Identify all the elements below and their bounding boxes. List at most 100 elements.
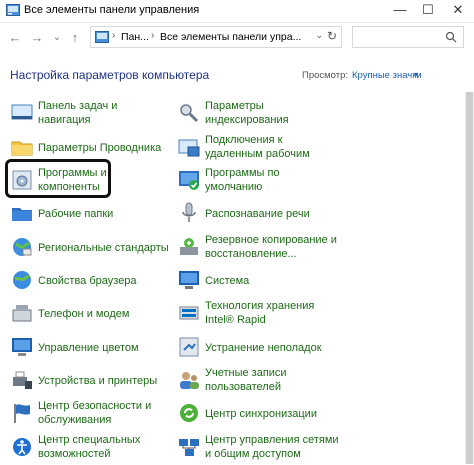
item-network-center[interactable]: Центр управления сетями и общим доступом xyxy=(177,431,339,465)
phone-modem-icon xyxy=(12,305,32,322)
item-label: Свойства браузера xyxy=(38,274,173,288)
sync-icon xyxy=(180,404,198,422)
users-icon xyxy=(180,372,199,389)
item-indexing[interactable]: Параметры индексирования xyxy=(177,97,337,131)
close-button[interactable]: ✕ xyxy=(444,0,472,22)
forward-button[interactable]: → xyxy=(28,28,46,48)
item-speech[interactable]: Распознавание речи xyxy=(177,197,337,231)
minimize-button[interactable]: — xyxy=(386,0,414,22)
address-bar[interactable]: › Пан... › Все элементы панели упра... ⌄… xyxy=(90,26,342,48)
item-sync-center[interactable]: Центр синхронизации xyxy=(177,397,337,431)
search-icon xyxy=(445,31,457,43)
item-label-line: Центр управления сетями xyxy=(205,434,339,446)
item-system[interactable]: Система xyxy=(177,264,337,298)
item-color-management[interactable]: Управление цветом xyxy=(10,331,170,365)
default-programs-icon xyxy=(179,171,199,190)
item-label: Устранение неполадок xyxy=(205,341,340,355)
item-label: Центр специальных возможностей xyxy=(38,433,173,461)
item-label-line: умолчанию xyxy=(205,181,263,193)
item-label: Система xyxy=(205,274,340,288)
work-folders-icon xyxy=(12,208,32,221)
item-user-accounts[interactable]: Учетные записи пользователей xyxy=(177,364,337,398)
item-label-line: удаленным рабочим xyxy=(205,148,310,160)
internet-options-icon xyxy=(13,271,31,289)
item-label-line: Телефон и модем xyxy=(38,308,130,320)
item-label: Учетные записи пользователей xyxy=(205,366,340,394)
flag-icon xyxy=(14,404,30,423)
item-intel-rst[interactable]: Технология хранения Intel® Rapid xyxy=(177,297,337,331)
refresh-icon[interactable]: ↻ xyxy=(327,29,337,43)
item-label-line: Резервное копирование и xyxy=(205,234,337,246)
item-label-line: Программы по xyxy=(205,167,280,179)
backup-icon xyxy=(180,238,198,255)
item-label-line: Распознавание речи xyxy=(205,208,310,220)
item-label-line: обслуживания xyxy=(38,414,112,426)
item-label-line: возможностей xyxy=(38,448,111,460)
item-label-line: Панель задач и xyxy=(38,100,118,112)
item-label: Подключения к удаленным рабочим xyxy=(205,133,340,161)
item-label: Управление цветом xyxy=(38,341,173,355)
maximize-button[interactable]: ☐ xyxy=(414,0,442,22)
item-label-line: Intel® Rapid xyxy=(205,314,266,326)
control-panel-icon xyxy=(95,31,109,43)
taskbar-icon xyxy=(11,104,33,120)
chevron-down-icon[interactable]: ⌄ xyxy=(315,30,323,41)
folder-options-icon xyxy=(11,141,33,156)
breadcrumb-separator: › xyxy=(112,30,116,41)
breadcrumb-all-items[interactable]: Все элементы панели упра... xyxy=(160,31,301,43)
item-label-line: Рабочие папки xyxy=(38,208,114,220)
item-troubleshooting[interactable]: Устранение неполадок xyxy=(177,331,337,365)
scrollbar-thumb[interactable] xyxy=(466,92,473,464)
network-icon xyxy=(179,439,199,456)
item-phone-modem[interactable]: Телефон и модем xyxy=(10,297,170,331)
remote-desktop-icon xyxy=(178,139,200,157)
item-label: Устройства и принтеры xyxy=(38,374,173,388)
item-internet-options[interactable]: Свойства браузера xyxy=(10,264,170,298)
item-label-line: Система xyxy=(205,275,250,287)
chevron-down-icon[interactable]: ▾ xyxy=(414,70,418,79)
recent-locations-button[interactable]: ⌄ xyxy=(48,28,66,48)
item-label-line: Параметры xyxy=(205,100,264,112)
view-mode-dropdown[interactable]: Крупные значки xyxy=(352,70,422,81)
item-label-line: и общим доступом xyxy=(205,448,301,460)
printer-icon xyxy=(13,371,32,389)
item-region[interactable]: Региональные стандарты xyxy=(10,231,170,265)
breadcrumb-separator: › xyxy=(151,30,155,41)
control-panel-icon xyxy=(6,4,20,16)
item-label-line: Учетные записи xyxy=(205,367,287,379)
indexing-icon xyxy=(180,104,199,123)
item-label: Распознавание речи xyxy=(205,207,340,221)
page-title: Настройка параметров компьютера xyxy=(10,68,210,82)
item-backup[interactable]: Резервное копирование и восстановление... xyxy=(177,231,337,265)
up-button[interactable]: ↑ xyxy=(66,28,84,48)
item-devices-printers[interactable]: Устройства и принтеры xyxy=(10,364,170,398)
item-label: Рабочие папки xyxy=(38,207,173,221)
title-bar: Все элементы панели управления — ☐ ✕ xyxy=(0,0,474,23)
window-title: Все элементы панели управления xyxy=(24,4,200,16)
highlight-frame xyxy=(5,159,111,198)
view-label: Просмотр: xyxy=(302,70,349,81)
troubleshooting-icon xyxy=(179,337,199,357)
item-label-line: навигация xyxy=(38,114,91,126)
item-label-line: Управление цветом xyxy=(38,342,139,354)
search-input[interactable] xyxy=(352,26,464,48)
item-taskbar[interactable]: Панель задач и навигация xyxy=(10,97,170,131)
item-label: Параметры Проводника xyxy=(38,141,173,155)
back-button[interactable]: ← xyxy=(6,28,24,48)
item-default-programs[interactable]: Программы по умолчанию xyxy=(177,164,337,198)
item-label: Панель задач и навигация xyxy=(38,99,173,127)
item-accessibility[interactable]: Центр специальных возможностей xyxy=(10,431,170,465)
item-work-folders[interactable]: Рабочие папки xyxy=(10,197,170,231)
system-icon xyxy=(179,271,199,289)
region-icon xyxy=(13,238,32,256)
breadcrumb-panel[interactable]: Пан... xyxy=(121,31,149,43)
item-label-line: Параметры Проводника xyxy=(38,142,162,154)
color-management-icon xyxy=(12,338,32,356)
item-label: Резервное копирование и восстановление... xyxy=(205,233,340,261)
item-label-line: Устранение неполадок xyxy=(205,342,322,354)
item-label: Программы по умолчанию xyxy=(205,166,340,194)
item-label-line: восстановление... xyxy=(205,248,297,260)
item-security-center[interactable]: Центр безопасности и обслуживания xyxy=(10,397,170,431)
item-label: Центр синхронизации xyxy=(205,407,340,421)
item-remoteapp[interactable]: Подключения к удаленным рабочим xyxy=(177,131,337,165)
